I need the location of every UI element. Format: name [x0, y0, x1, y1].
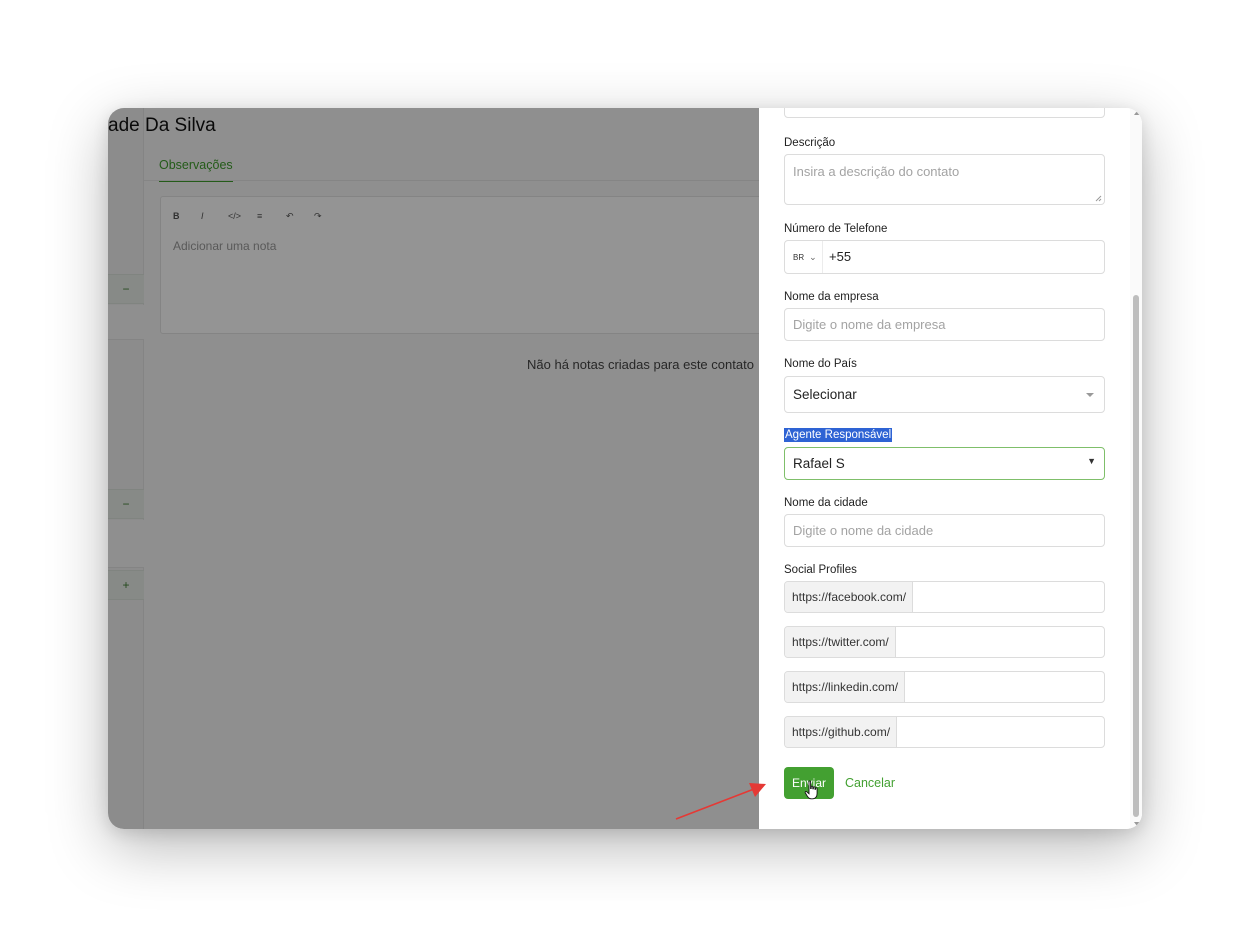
cancel-button[interactable]: Cancelar [845, 776, 895, 790]
description-placeholder: Insira a descrição do contato [793, 164, 960, 179]
agent-label: Agente Responsável [784, 428, 893, 442]
scroll-down-icon[interactable] [1134, 822, 1140, 826]
city-input[interactable]: Digite o nome da cidade [784, 514, 1105, 547]
country-code-text: BR [793, 253, 805, 262]
linkedin-profile-input[interactable]: https://linkedin.com/ [784, 671, 1105, 703]
twitter-url-prefix: https://twitter.com/ [785, 627, 896, 657]
social-profiles-label: Social Profiles [784, 564, 857, 576]
description-textarea[interactable]: Insira a descrição do contato [784, 154, 1105, 205]
city-placeholder: Digite o nome da cidade [793, 523, 934, 538]
linkedin-url-prefix: https://linkedin.com/ [785, 672, 906, 702]
facebook-profile-input[interactable]: https://facebook.com/ [784, 581, 1105, 613]
description-label: Descrição [784, 137, 836, 149]
phone-value: +55 [829, 249, 852, 264]
company-label: Nome da empresa [784, 291, 879, 303]
modal-backdrop[interactable] [108, 108, 759, 829]
country-label: Nome do País [784, 358, 857, 370]
github-url-prefix: https://github.com/ [785, 717, 898, 747]
company-placeholder: Digite o nome da empresa [793, 317, 946, 332]
resize-handle-icon[interactable] [1095, 195, 1102, 202]
country-code-selector[interactable]: BR ⌄ [785, 241, 823, 273]
scrollbar-thumb[interactable] [1133, 295, 1139, 817]
phone-label: Número de Telefone [784, 223, 888, 235]
email-field[interactable] [784, 108, 1105, 118]
city-label: Nome da cidade [784, 497, 868, 509]
chevron-down-icon: ⌄ [809, 252, 817, 262]
scroll-up-icon[interactable] [1134, 111, 1140, 115]
caret-down-icon: ▼ [1087, 456, 1096, 466]
github-profile-input[interactable]: https://github.com/ [784, 716, 1105, 748]
agent-select[interactable]: Rafael S ▼ [784, 447, 1105, 480]
company-input[interactable]: Digite o nome da empresa [784, 308, 1105, 341]
twitter-profile-input[interactable]: https://twitter.com/ [784, 626, 1105, 658]
app-window: − − + ade Da Silva Observações B I </> ≡… [108, 108, 1142, 829]
edit-contact-panel: Descrição Insira a descrição do contato … [759, 108, 1142, 829]
caret-down-icon [1086, 393, 1094, 397]
country-selected-value: Selecionar [793, 387, 857, 402]
facebook-url-prefix: https://facebook.com/ [785, 582, 914, 612]
hand-pointer-cursor-icon [804, 780, 818, 800]
agent-label-text: Agente Responsável [784, 428, 893, 442]
agent-selected-value: Rafael S [793, 456, 845, 471]
phone-input[interactable]: BR ⌄ +55 [784, 240, 1105, 274]
country-select[interactable]: Selecionar [784, 376, 1105, 413]
